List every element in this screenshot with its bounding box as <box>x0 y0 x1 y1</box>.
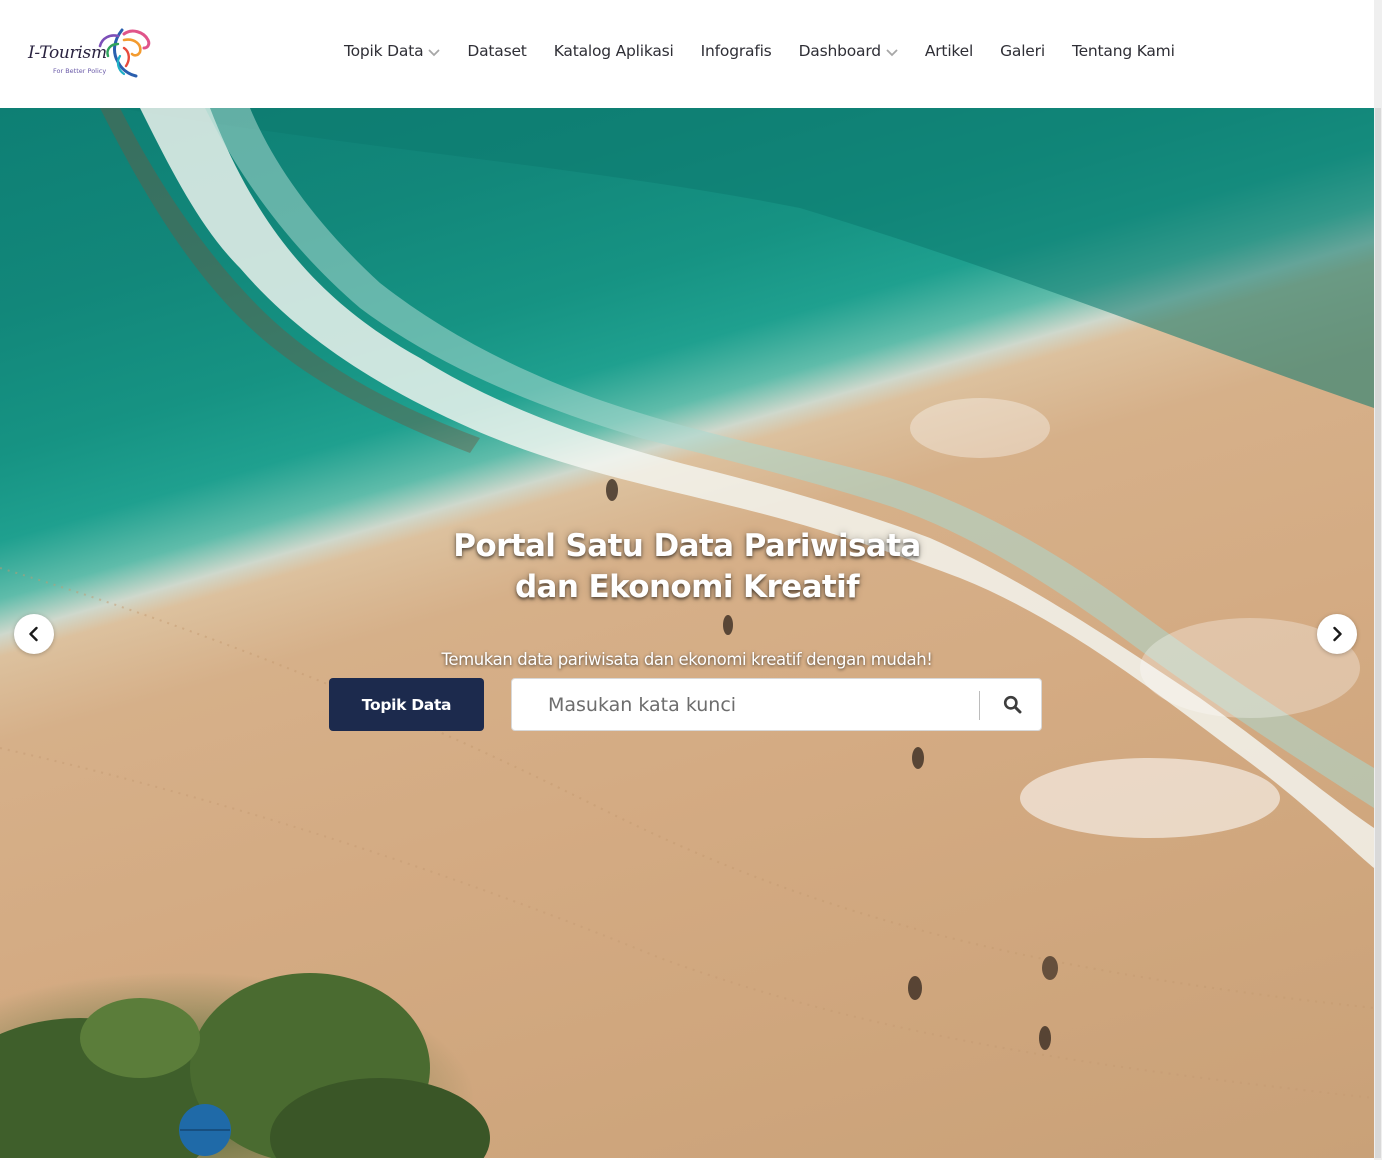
nav-item-infografis[interactable]: Infografis <box>701 42 772 60</box>
page-scrollbar[interactable] <box>1374 0 1382 1160</box>
nav-item-label: Dashboard <box>798 42 881 60</box>
nav-item-galeri[interactable]: Galeri <box>1000 42 1045 60</box>
site-header: I-Tourism For Better Policy Topik Data D… <box>0 0 1374 108</box>
nav-item-dashboard[interactable]: Dashboard <box>799 42 898 60</box>
chevron-left-icon <box>29 626 38 642</box>
chevron-down-icon <box>428 49 440 57</box>
hero-title: Portal Satu Data Pariwisata dan Ekonomi … <box>0 526 1374 608</box>
nav-item-label: Artikel <box>924 42 974 60</box>
search-divider <box>979 691 980 720</box>
topik-data-button[interactable]: Topik Data <box>329 678 484 731</box>
scrollbar-thumb[interactable] <box>1375 108 1381 1158</box>
nav-item-tentang-kami[interactable]: Tentang Kami <box>1072 42 1175 60</box>
chevron-down-icon <box>886 49 898 57</box>
carousel-next-button[interactable] <box>1317 614 1357 654</box>
hero-title-line1: Portal Satu Data Pariwisata <box>453 528 921 564</box>
site-logo[interactable]: I-Tourism For Better Policy <box>26 26 156 82</box>
carousel-prev-button[interactable] <box>14 614 54 654</box>
nav-item-label: Topik Data <box>344 42 424 60</box>
nav-item-label: Galeri <box>1000 42 1045 60</box>
hero-title-line2: dan Ekonomi Kreatif <box>514 569 860 605</box>
main-nav: Topik Data Dataset Katalog Aplikasi Info… <box>344 42 1175 60</box>
hero-subtitle: Temukan data pariwisata dan ekonomi krea… <box>441 650 933 669</box>
nav-item-label: Infografis <box>700 42 772 60</box>
nav-item-dataset[interactable]: Dataset <box>467 42 527 60</box>
search-bar <box>511 678 1042 731</box>
search-button[interactable] <box>982 679 1042 730</box>
nav-item-topik-data[interactable]: Topik Data <box>344 42 440 60</box>
search-icon <box>1003 695 1021 714</box>
nav-item-label: Katalog Aplikasi <box>553 42 674 60</box>
phoenix-bird-logo-icon <box>98 28 151 78</box>
nav-item-katalog-aplikasi[interactable]: Katalog Aplikasi <box>554 42 674 60</box>
hero-background-image <box>0 108 1374 1158</box>
nav-item-artikel[interactable]: Artikel <box>925 42 973 60</box>
nav-item-label: Tentang Kami <box>1071 42 1175 60</box>
search-input[interactable] <box>532 679 972 730</box>
nav-item-label: Dataset <box>467 42 527 60</box>
hero-banner: Portal Satu Data Pariwisata dan Ekonomi … <box>0 108 1374 1158</box>
chevron-right-icon <box>1333 626 1342 642</box>
